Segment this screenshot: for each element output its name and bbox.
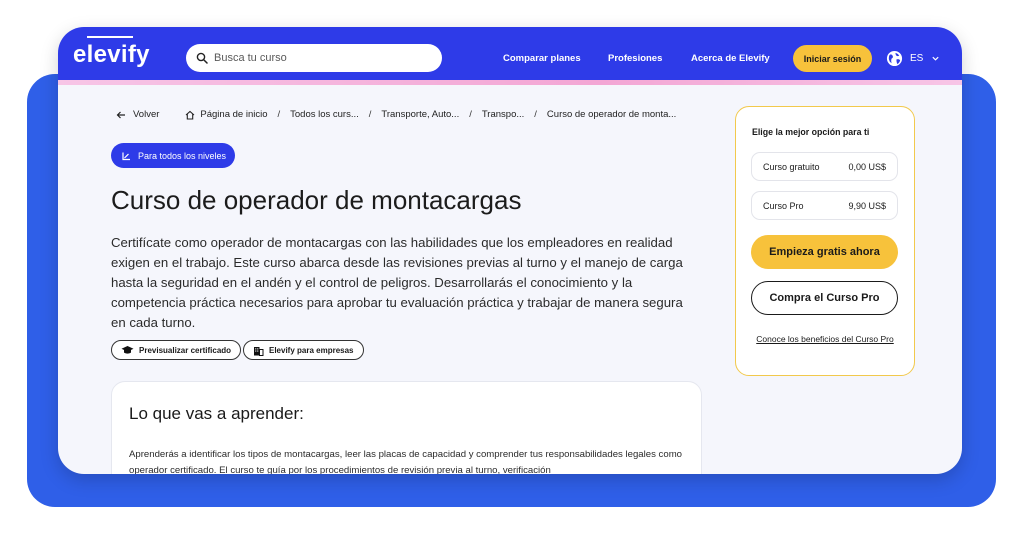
language-code: ES <box>910 53 924 64</box>
login-button[interactable]: Iniciar sesión <box>793 45 872 72</box>
language-selector[interactable]: ES <box>886 50 940 67</box>
pricing-heading: Elige la mejor opción para ti <box>752 127 870 137</box>
level-badge: Para todos los niveles <box>111 143 235 168</box>
browser-window: elevify Comparar planes Profesiones Acer… <box>58 27 962 474</box>
chevron-down-icon <box>932 56 939 61</box>
plan-pro-option[interactable]: Curso Pro 9,90 US$ <box>751 191 898 220</box>
preview-certificate-label: Previsualizar certificado <box>139 345 232 355</box>
page-title: Curso de operador de montacargas <box>111 185 522 215</box>
nav-compare-plans[interactable]: Comparar planes <box>503 53 581 64</box>
start-free-button[interactable]: Empieza gratis ahora <box>751 235 898 269</box>
preview-certificate-button[interactable]: Previsualizar certificado <box>111 340 242 360</box>
breadcrumb-separator: / <box>277 109 281 120</box>
buy-pro-button[interactable]: Compra el Curso Pro <box>751 281 898 315</box>
breadcrumb-category[interactable]: Transporte, Auto... <box>381 109 459 120</box>
pricing-card: Elige la mejor opción para ti Curso grat… <box>735 106 915 376</box>
plan-name: Curso Pro <box>763 200 804 211</box>
elevify-business-button[interactable]: Elevify para empresas <box>243 340 364 360</box>
learn-heading: Lo que vas a aprender: <box>129 404 304 423</box>
graduation-cap-icon <box>121 346 134 354</box>
home-icon <box>186 110 195 120</box>
learn-section: Lo que vas a aprender: Aprenderás a iden… <box>111 381 702 474</box>
breadcrumb-separator: / <box>469 109 472 120</box>
level-icon <box>122 152 130 160</box>
breadcrumb-all-courses[interactable]: Todos los curs... <box>290 109 359 120</box>
arrow-left-icon <box>116 111 125 118</box>
plan-price: 0,00 US$ <box>848 161 886 172</box>
breadcrumb-home-label: Página de inicio <box>200 109 268 120</box>
back-label: Volver <box>133 109 160 120</box>
promo-strip <box>58 80 962 85</box>
globe-icon <box>886 50 903 67</box>
search-bar[interactable] <box>186 44 442 72</box>
plan-free-option[interactable]: Curso gratuito 0,00 US$ <box>751 152 898 181</box>
course-description: Certifícate como operador de montacargas… <box>111 235 683 330</box>
logo-accent <box>87 36 133 38</box>
back-link[interactable]: Volver <box>116 109 159 120</box>
nav-professions[interactable]: Profesiones <box>608 53 662 64</box>
nav-about[interactable]: Acerca de Elevify <box>691 53 770 64</box>
plan-price: 9,90 US$ <box>848 200 886 211</box>
learn-text: Aprenderás a identificar los tipos de mo… <box>129 449 683 474</box>
breadcrumb-current: Curso de operador de monta... <box>546 109 677 120</box>
breadcrumb-separator: / <box>534 109 537 120</box>
pro-benefits-link[interactable]: Conoce los beneficios del Curso Pro <box>754 332 896 346</box>
breadcrumb-subcategory[interactable]: Transpo... <box>482 109 524 120</box>
building-icon <box>254 346 264 356</box>
top-navbar: elevify Comparar planes Profesiones Acer… <box>58 27 962 80</box>
elevify-business-label: Elevify para empresas <box>269 345 354 355</box>
breadcrumb: Volver Página de inicio / Todos los curs… <box>116 109 676 120</box>
plan-name: Curso gratuito <box>763 161 820 172</box>
breadcrumb-separator: / <box>368 109 372 120</box>
breadcrumb-home[interactable]: Página de inicio <box>185 109 267 120</box>
search-input[interactable] <box>214 52 434 64</box>
logo[interactable]: elevify <box>73 41 150 69</box>
level-label: Para todos los niveles <box>138 150 227 161</box>
search-icon <box>196 52 208 64</box>
